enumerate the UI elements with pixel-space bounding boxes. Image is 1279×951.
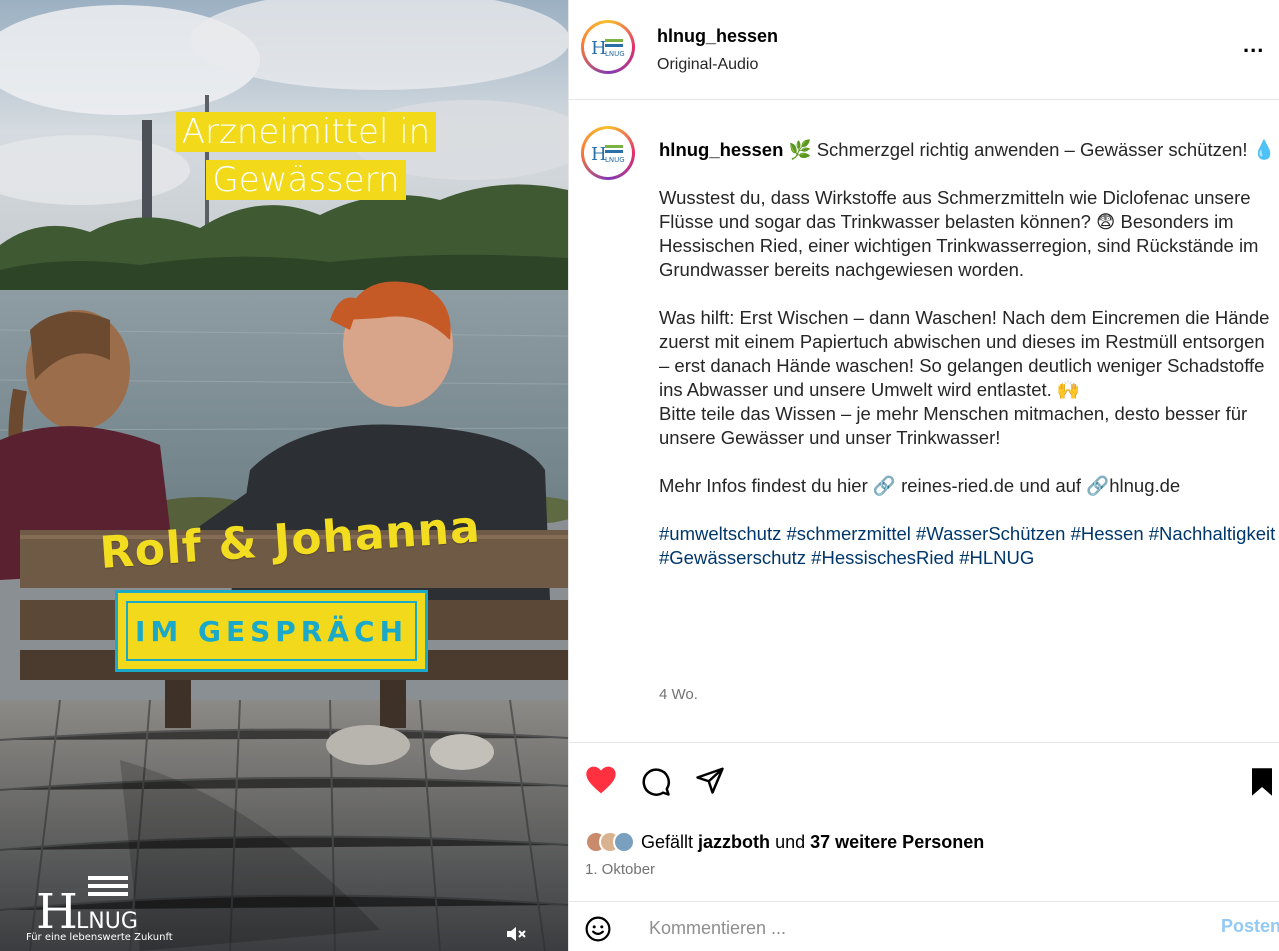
comment-row: Posten <box>569 901 1279 951</box>
post-age[interactable]: 4 Wo. <box>659 686 698 703</box>
caption-avatar[interactable]: H LNUG <box>581 126 635 180</box>
share-icon[interactable] <box>695 765 725 795</box>
likes-summary[interactable]: Gefällt jazzboth und 37 weitere Personen <box>585 831 984 853</box>
likes-text: Gefällt jazzboth und 37 weitere Personen <box>641 831 985 852</box>
speaker-muted-icon[interactable] <box>504 922 528 946</box>
post-panel: H LNUG hlnug_hessen Original-Audio ... H… <box>568 0 1279 951</box>
svg-text:LNUG: LNUG <box>605 156 625 164</box>
svg-text:LNUG: LNUG <box>605 50 625 58</box>
video-badge: IM GESPRÄCH <box>115 590 428 672</box>
svg-text:LNUG: LNUG <box>76 909 138 934</box>
caption-paragraph-3: Bitte teile das Wissen – je mehr Mensche… <box>659 403 1248 448</box>
post-date: 1. Oktober <box>585 861 656 878</box>
video-title-line-2: Gewässern <box>22 160 568 200</box>
heart-icon[interactable] <box>585 765 617 795</box>
liker-avatar <box>613 831 635 853</box>
post-header: H LNUG hlnug_hessen Original-Audio ... <box>569 0 1279 100</box>
comment-input[interactable] <box>649 914 1169 942</box>
hlnug-logo-icon: H LNUG <box>591 144 625 164</box>
bookmark-icon[interactable] <box>1249 767 1275 797</box>
caption-links[interactable]: Mehr Infos findest du hier 🔗 reines-ried… <box>659 474 1277 498</box>
profile-avatar[interactable]: H LNUG <box>581 20 635 74</box>
caption-username[interactable]: hlnug_hessen <box>659 139 783 160</box>
header-username[interactable]: hlnug_hessen <box>657 26 778 47</box>
audio-label[interactable]: Original-Audio <box>657 56 758 74</box>
comment-icon[interactable] <box>641 767 671 797</box>
svg-text:H: H <box>36 884 78 936</box>
video-badge-text: IM GESPRÄCH <box>134 614 409 648</box>
caption-paragraph-1: Wusstest du, dass Wirkstoffe aus Schmerz… <box>659 187 1259 280</box>
post-caption: hlnug_hessen 🌿 Schmerzgel richtig anwend… <box>659 138 1277 570</box>
caption-paragraph-2: Was hilft: Erst Wischen – dann Waschen! … <box>659 307 1270 400</box>
post-actions: Gefällt jazzboth und 37 weitere Personen… <box>569 742 1279 951</box>
video-title-line-1: Arzneimittel in <box>22 112 568 152</box>
caption-hashtags[interactable]: #umweltschutz #schmerzmittel #WasserSchü… <box>659 522 1277 570</box>
emoji-icon[interactable] <box>585 916 611 942</box>
caption-headline: 🌿 Schmerzgel richtig anwenden – Gewässer… <box>788 139 1276 160</box>
logo-tagline: Für eine lebenswerte Zukunft <box>26 932 173 943</box>
hlnug-logo-icon: H LNUG <box>36 876 138 936</box>
hlnug-logo-icon: H LNUG <box>591 38 625 58</box>
post-comment-button[interactable]: Posten <box>1221 916 1279 937</box>
more-options-button[interactable]: ... <box>1243 34 1264 56</box>
reel-video[interactable]: Arzneimittel in Gewässern Rolf & Johanna… <box>0 0 568 951</box>
